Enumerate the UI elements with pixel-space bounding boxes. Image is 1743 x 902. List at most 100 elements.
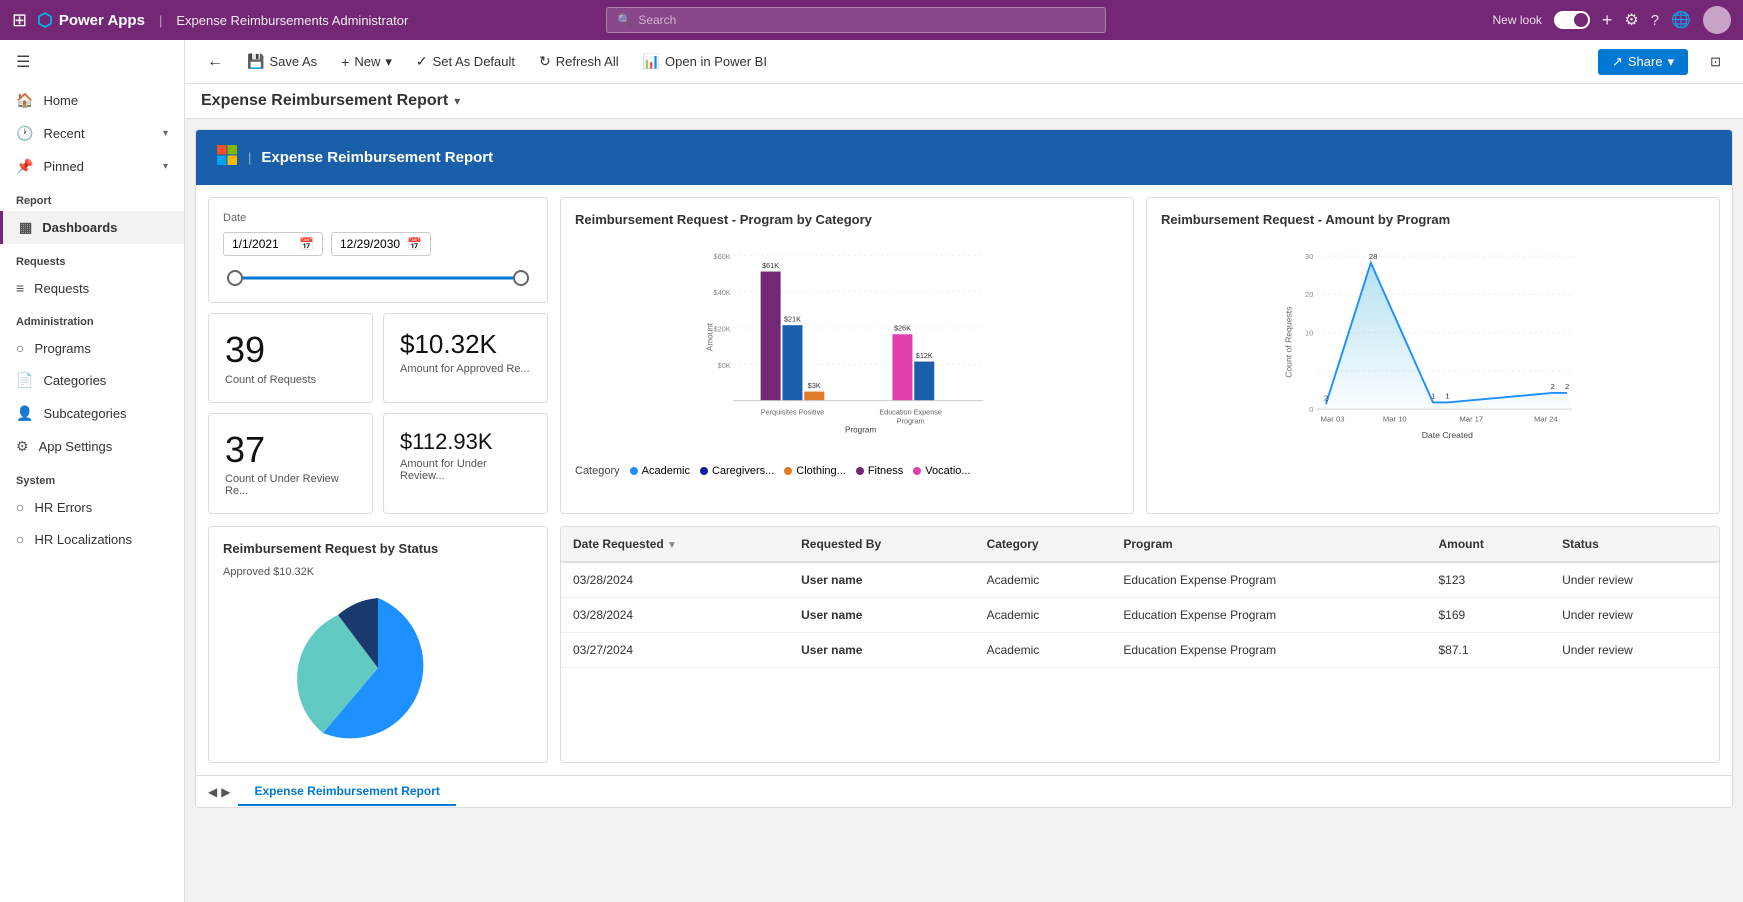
stat-label-1: Amount for Approved Re... xyxy=(400,363,530,375)
sidebar-item-dashboards[interactable]: ▦ Dashboards xyxy=(0,211,184,244)
legend-item-fitness: Fitness xyxy=(856,465,903,477)
col-requested-by[interactable]: Requested By xyxy=(789,527,974,562)
back-button[interactable]: ← xyxy=(197,48,233,76)
slider-thumb-left[interactable] xyxy=(227,270,243,286)
col-date-requested[interactable]: Date Requested ▼ xyxy=(561,527,789,562)
svg-text:Mar 10: Mar 10 xyxy=(1383,415,1407,424)
svg-text:2: 2 xyxy=(1551,382,1555,391)
line-chart-title: Reimbursement Request - Amount by Progra… xyxy=(1161,212,1705,227)
set-default-button[interactable]: ✓ Set As Default xyxy=(406,48,525,75)
pie-svg xyxy=(278,588,478,748)
sidebar-item-subcategories[interactable]: 👤 Subcategories xyxy=(0,397,184,430)
categories-icon: 📄 xyxy=(16,372,33,389)
cell-date: 03/27/2024 xyxy=(561,633,789,668)
bar-chart-container: Amount $60K $40K $20K xyxy=(575,237,1119,457)
table-body: 03/28/2024 User name Academic Education … xyxy=(561,562,1719,668)
sidebar-item-app-settings[interactable]: ⚙ App Settings xyxy=(0,430,184,463)
help-icon[interactable]: ? xyxy=(1651,12,1659,29)
sidebar-item-pinned[interactable]: 📌 Pinned ▾ xyxy=(0,150,184,183)
svg-text:28: 28 xyxy=(1369,252,1378,261)
grid-icon[interactable]: ⊞ xyxy=(12,10,27,31)
open-pbi-label: Open in Power BI xyxy=(665,54,767,69)
col-amount[interactable]: Amount xyxy=(1427,527,1551,562)
col-category[interactable]: Category xyxy=(975,527,1112,562)
plus-icon[interactable]: + xyxy=(1602,10,1613,31)
line-chart-container: Count of Requests 30 20 10 0 xyxy=(1161,237,1705,457)
categories-label: Categories xyxy=(43,373,106,388)
recent-label: Recent xyxy=(43,126,84,141)
line-chart-svg: Count of Requests 30 20 10 0 xyxy=(1161,237,1705,457)
hr-localizations-label: HR Localizations xyxy=(34,532,132,547)
sidebar-item-programs[interactable]: ○ Programs xyxy=(0,332,184,364)
stat-label-0: Count of Requests xyxy=(225,374,316,386)
open-power-bi-button[interactable]: 📊 Open in Power BI xyxy=(633,48,777,75)
save-as-label: Save As xyxy=(269,54,317,69)
hr-localizations-icon: ○ xyxy=(16,531,24,547)
stat-card-1: $10.32K Amount for Approved Re... xyxy=(383,313,548,403)
sidebar-item-hr-localizations[interactable]: ○ HR Localizations xyxy=(0,523,184,555)
refresh-all-button[interactable]: ↻ Refresh All xyxy=(529,48,629,75)
cell-category: Academic xyxy=(975,562,1112,598)
programs-label: Programs xyxy=(34,341,90,356)
cell-requested-by: User name xyxy=(789,562,974,598)
search-placeholder: Search xyxy=(638,13,676,27)
cell-requested-by: User name xyxy=(789,633,974,668)
report-bottom: Reimbursement Request by Status Approved… xyxy=(196,526,1732,775)
save-as-icon: 💾 xyxy=(247,53,264,70)
nav-divider: | xyxy=(159,13,162,28)
date-slider[interactable] xyxy=(227,268,529,288)
settings-icon[interactable]: ⚙ xyxy=(1624,10,1638,30)
top-nav-actions: New look + ⚙ ? 🌐 xyxy=(1493,6,1731,34)
tab-nav-arrows[interactable]: ◀ ▶ xyxy=(208,785,230,799)
date-label: Date xyxy=(223,212,533,224)
stat-card-0: 39 Count of Requests xyxy=(208,313,373,403)
legend-item-vocational: Vocatio... xyxy=(913,465,970,477)
slider-thumb-right[interactable] xyxy=(513,270,529,286)
back-icon: ← xyxy=(207,53,223,71)
sidebar-item-recent[interactable]: 🕐 Recent ▾ xyxy=(0,117,184,150)
col-program[interactable]: Program xyxy=(1111,527,1426,562)
cell-program: Education Expense Program xyxy=(1111,633,1426,668)
search-icon: 🔍 xyxy=(617,13,632,27)
report-group-label: Report xyxy=(0,183,184,211)
share-button[interactable]: ↗ Share ▾ xyxy=(1598,49,1688,75)
tab-expense-reimbursement[interactable]: Expense Reimbursement Report xyxy=(238,778,455,806)
sidebar-item-categories[interactable]: 📄 Categories xyxy=(0,364,184,397)
search-box[interactable]: 🔍 Search xyxy=(606,7,1106,33)
tab-prev-icon[interactable]: ◀ xyxy=(208,785,217,799)
dashboards-icon: ▦ xyxy=(19,219,32,236)
tab-label: Expense Reimbursement Report xyxy=(254,784,439,798)
report-title-chevron[interactable]: ▾ xyxy=(454,94,460,108)
legend-item-caregiving: Caregivers... xyxy=(700,465,774,477)
share-chevron: ▾ xyxy=(1668,54,1675,70)
svg-text:0: 0 xyxy=(1309,405,1313,414)
calendar-end-icon: 📅 xyxy=(407,237,422,251)
cell-program: Education Expense Program xyxy=(1111,562,1426,598)
compare-icon-button[interactable]: ⊡ xyxy=(1700,49,1731,75)
tab-next-icon[interactable]: ▶ xyxy=(221,785,230,799)
svg-text:Mar 03: Mar 03 xyxy=(1321,415,1345,424)
legend-item-academic: Academic xyxy=(630,465,690,477)
hamburger-menu[interactable]: ☰ xyxy=(0,40,184,84)
sidebar-item-home[interactable]: 🏠 Home xyxy=(0,84,184,117)
svg-text:Count of Requests: Count of Requests xyxy=(1283,307,1293,378)
admin-group-label: Administration xyxy=(0,304,184,332)
sidebar-item-hr-errors[interactable]: ○ HR Errors xyxy=(0,491,184,523)
date-start-input[interactable]: 1/1/2021 📅 xyxy=(223,232,323,256)
avatar[interactable] xyxy=(1703,6,1731,34)
svg-text:$61K: $61K xyxy=(762,261,779,270)
new-button[interactable]: + New ▾ xyxy=(331,49,402,75)
save-as-button[interactable]: 💾 Save As xyxy=(237,48,327,75)
svg-text:20: 20 xyxy=(1305,290,1314,299)
date-end-value: 12/29/2030 xyxy=(340,237,400,251)
globe-icon[interactable]: 🌐 xyxy=(1671,10,1691,30)
date-card: Date 1/1/2021 📅 12/29/2030 📅 xyxy=(208,197,548,303)
new-look-toggle[interactable] xyxy=(1554,11,1590,29)
system-group-label: System xyxy=(0,463,184,491)
home-label: Home xyxy=(43,93,78,108)
app-settings-icon: ⚙ xyxy=(16,438,29,455)
date-end-input[interactable]: 12/29/2030 📅 xyxy=(331,232,431,256)
sidebar-item-requests[interactable]: ≡ Requests xyxy=(0,272,184,304)
table-row: 03/27/2024 User name Academic Education … xyxy=(561,633,1719,668)
col-status[interactable]: Status xyxy=(1550,527,1719,562)
